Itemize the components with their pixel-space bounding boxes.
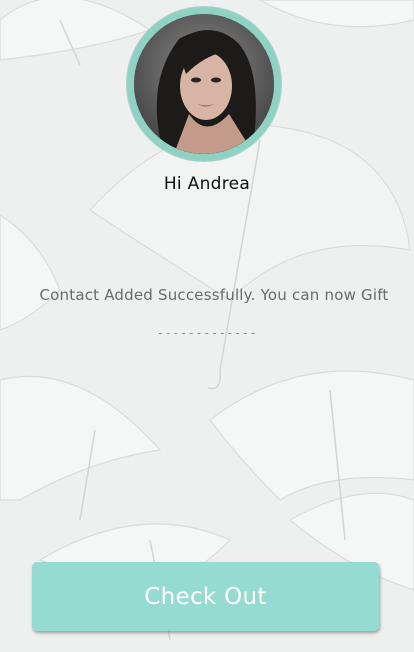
checkout-button[interactable]: Check Out — [32, 562, 379, 631]
avatar-ring — [127, 7, 281, 161]
success-message: Contact Added Successfully. You can now … — [39, 286, 389, 304]
woman-portrait-icon — [134, 14, 274, 154]
dashed-separator: ------------- — [156, 326, 258, 340]
avatar[interactable] — [134, 14, 274, 154]
greeting-text: Hi Andrea — [163, 174, 251, 194]
